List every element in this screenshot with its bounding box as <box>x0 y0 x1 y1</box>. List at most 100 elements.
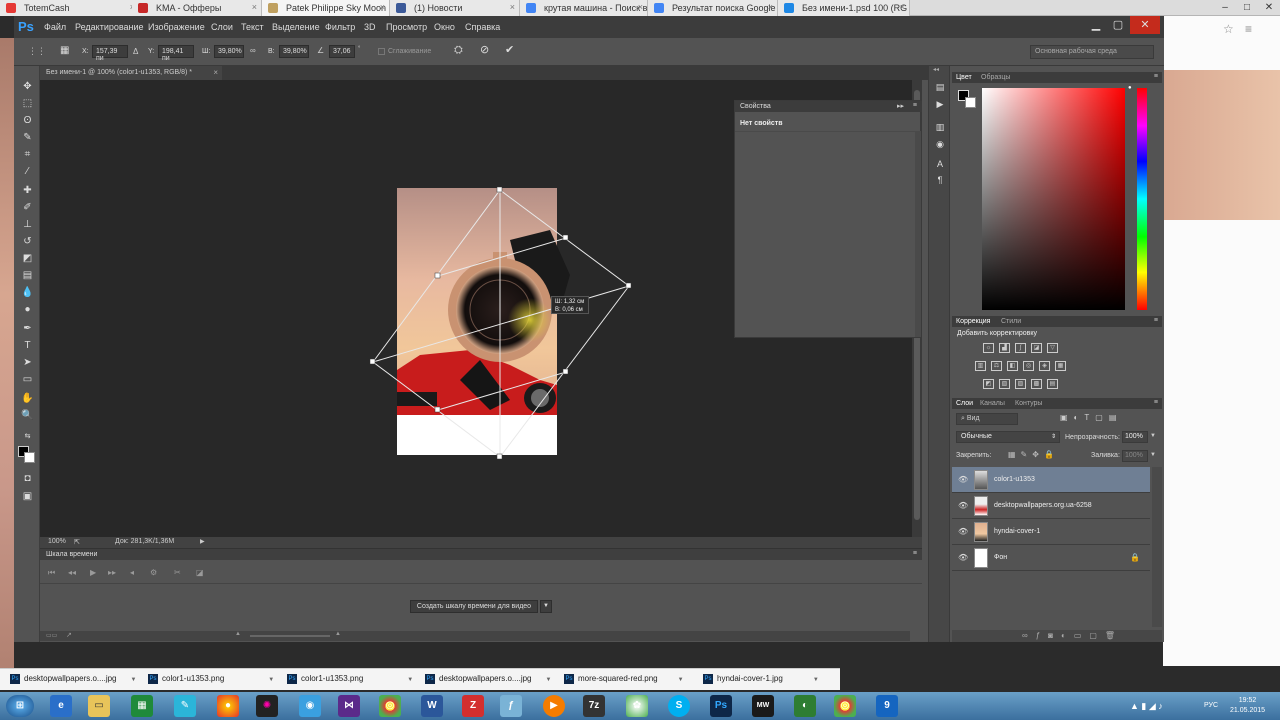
layer-actions-icons[interactable]: ∞ƒ◙◐▭▢🗑 <box>1022 631 1123 640</box>
workspace-select[interactable]: Основная рабочая среда <box>1030 45 1154 59</box>
eyedropper-tool-icon[interactable]: ⁄ <box>21 165 34 178</box>
hue-slider[interactable] <box>1137 88 1147 310</box>
angle-input[interactable]: 37,06 <box>329 45 355 58</box>
menu-text[interactable]: Текст <box>241 22 264 32</box>
menu-filter[interactable]: Фильтр <box>325 22 355 32</box>
download-item[interactable]: Ps desktopwallpapers.o....jpg ▼ <box>425 674 552 684</box>
chevron-down-icon[interactable]: ▼ <box>540 600 552 613</box>
brush-tool-icon[interactable]: ✐ <box>21 201 34 214</box>
flash-icon[interactable]: ƒ <box>500 695 522 717</box>
pinwheel-icon[interactable]: ✿ <box>626 695 648 717</box>
link-icon[interactable]: ∞ <box>250 46 256 55</box>
chevron-down-icon[interactable]: ▼ <box>813 677 819 683</box>
menu-select[interactable]: Выделение <box>272 22 320 32</box>
history-brush-icon[interactable]: ↺ <box>21 235 34 248</box>
exposure-icon[interactable]: ◪ <box>1031 343 1042 353</box>
chrome-icon[interactable]: ◎ <box>834 695 856 717</box>
convert-icon[interactable]: ↗ <box>66 631 72 639</box>
play-icon[interactable]: ▶ <box>90 568 96 577</box>
prev-frame-icon[interactable]: ◂◂ <box>68 568 76 577</box>
document-tab[interactable]: Без имени-1 @ 100% (color1-u1353, RGB/8)… <box>40 66 222 80</box>
minimize-icon[interactable]: – <box>1214 0 1236 16</box>
layer-filter-select[interactable]: ⌕ Вид <box>956 413 1018 425</box>
audio-icon[interactable]: ◂ <box>130 568 134 577</box>
eraser-tool-icon[interactable]: ◩ <box>21 252 34 265</box>
quick-select-tool-icon[interactable]: ✎ <box>21 131 34 144</box>
dodge-tool-icon[interactable]: ● <box>21 303 34 316</box>
path-select-tool-icon[interactable]: ➤ <box>21 356 34 369</box>
quick-mask-icon[interactable]: ◘ <box>21 472 34 485</box>
close-icon[interactable]: × <box>510 2 515 12</box>
eye-icon[interactable]: 👁 <box>958 475 968 484</box>
lasso-tool-icon[interactable]: ʘ <box>21 114 34 127</box>
browser-tab[interactable]: Patek Philippe Sky Moon × <box>262 0 390 16</box>
layers-scrollbar[interactable] <box>1152 467 1162 627</box>
chevron-down-icon[interactable]: ▼ <box>546 677 552 683</box>
posterize-icon[interactable]: ▧ <box>999 379 1010 389</box>
maximize-icon[interactable]: □ <box>1236 0 1258 16</box>
close-icon[interactable]: ✕ <box>1258 0 1280 16</box>
maximize-icon[interactable]: ▢ <box>1108 16 1128 34</box>
filezilla-icon[interactable]: Z <box>462 695 484 717</box>
photoshop-taskbar-icon[interactable]: Ps <box>710 695 732 717</box>
close-icon[interactable]: × <box>213 68 218 77</box>
close-icon[interactable]: ✕ <box>1130 16 1160 34</box>
warp-icon[interactable]: ⛭ <box>454 44 463 57</box>
commit-transform-icon[interactable]: ✔ <box>505 43 514 56</box>
reference-point-icon[interactable]: ▦ <box>60 45 69 56</box>
viewer-icon[interactable]: ◉ <box>299 695 321 717</box>
screen-mode-icon[interactable]: ▣ <box>21 490 34 503</box>
tab-correction[interactable]: Коррекция <box>956 318 990 325</box>
layer-name[interactable]: hyndai-cover-1 <box>994 528 1040 535</box>
create-timeline-button[interactable]: Создать шкалу времени для видео <box>410 600 538 613</box>
first-frame-icon[interactable]: ⏮ <box>48 568 55 578</box>
x-input[interactable]: 157,39 пи <box>92 45 128 62</box>
panel-menu-icon[interactable]: ≡ <box>913 102 917 109</box>
panel-menu-icon[interactable]: ≡ <box>1154 399 1158 406</box>
menu-edit[interactable]: Редактирование <box>75 22 144 32</box>
layer-row[interactable]: 👁 color1-u1353 <box>952 467 1150 493</box>
layer-row[interactable]: 👁 hyndai-cover-1 <box>952 519 1150 545</box>
menu-window[interactable]: Окно <box>434 22 455 32</box>
zoom-in-icon[interactable]: ▲ <box>335 631 341 637</box>
vpn-icon[interactable]: ⋈ <box>338 695 360 717</box>
crop-tool-icon[interactable]: ⌗ <box>21 148 34 161</box>
skype-icon[interactable]: S <box>668 695 690 717</box>
curves-icon[interactable]: ∫ <box>1015 343 1026 353</box>
spreadsheet-icon[interactable]: ▦ <box>131 695 153 717</box>
stamp-tool-icon[interactable]: ⊥ <box>21 218 34 231</box>
download-item[interactable]: Ps color1-u1353.png ▼ <box>287 674 413 684</box>
color-picker-field[interactable] <box>982 88 1125 310</box>
start-button[interactable]: ⊞ <box>6 695 34 717</box>
swap-colors-icon[interactable]: ⇆ <box>21 430 34 443</box>
info-icon[interactable]: ◉ <box>933 138 947 150</box>
chevron-down-icon[interactable]: ▼ <box>131 677 137 683</box>
hue-marker-icon[interactable]: ● <box>1128 85 1132 91</box>
explorer-icon[interactable]: ▭ <box>88 695 110 717</box>
tray-icons[interactable]: ▲ ▮ ◢ ♪ <box>1130 701 1163 712</box>
minimize-icon[interactable]: ▁ <box>1086 16 1106 34</box>
star-icon[interactable]: ☆ <box>1223 22 1234 36</box>
chevron-down-icon[interactable]: ▼ <box>268 677 274 683</box>
eye-icon[interactable]: 👁 <box>958 501 968 510</box>
transform-tool-icon[interactable]: ⋮⋮ <box>28 46 46 57</box>
language-indicator[interactable]: РУС <box>1204 702 1218 709</box>
layer-name[interactable]: color1-u1353 <box>994 476 1035 483</box>
shape-tool-icon[interactable]: ▭ <box>21 373 34 386</box>
fill-input[interactable]: 100% <box>1122 450 1148 462</box>
menu-layers[interactable]: Слои <box>211 22 233 32</box>
color-balance-icon[interactable]: ⚖ <box>991 361 1002 371</box>
close-icon[interactable]: × <box>900 2 905 12</box>
close-icon[interactable]: × <box>638 2 643 12</box>
character-icon[interactable]: A <box>933 158 947 170</box>
hand-tool-icon[interactable]: ✋ <box>21 392 34 405</box>
clock[interactable]: 19:52 21.05.2015 <box>1230 696 1265 716</box>
panel-menu-icon[interactable]: ≡ <box>1154 317 1158 324</box>
document-canvas[interactable] <box>397 188 570 455</box>
layer-filter-icons[interactable]: ▣◐T▢▤ <box>1060 413 1122 422</box>
close-icon[interactable]: × <box>768 2 773 12</box>
browser-tab[interactable]: (1) Новости × <box>390 0 520 16</box>
zoom-out-icon[interactable]: ▲ <box>235 631 241 637</box>
browser-tab[interactable]: KMA - Офферы × <box>132 0 262 16</box>
export-icon[interactable]: ⇱ <box>74 538 80 546</box>
